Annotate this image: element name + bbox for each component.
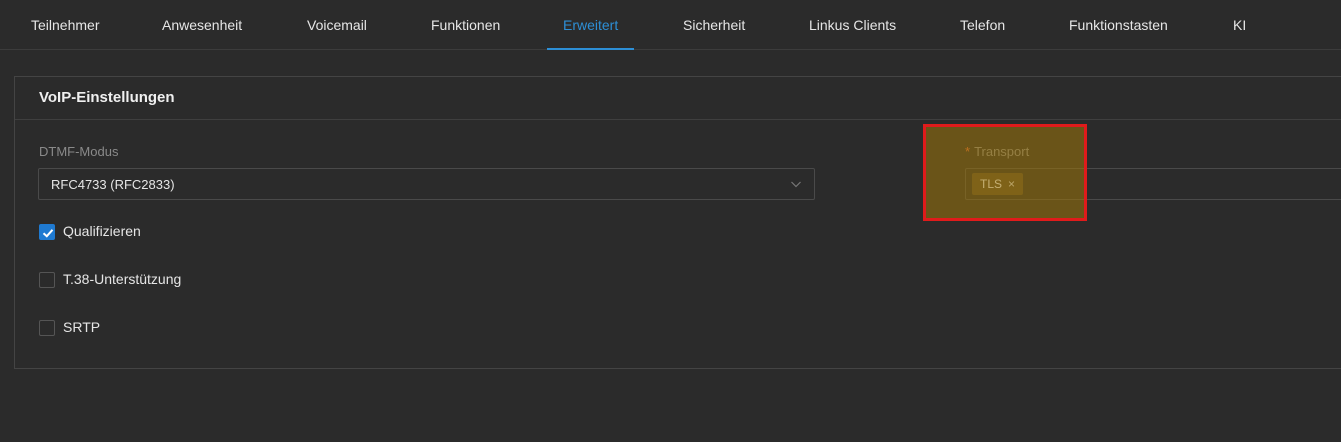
tab-teilnehmer[interactable]: Teilnehmer [31,0,99,50]
qualify-checkbox[interactable] [39,224,55,240]
chevron-down-icon [791,181,801,188]
tab-bar: Teilnehmer Anwesenheit Voicemail Funktio… [0,0,1341,50]
qualify-label: Qualifizieren [63,223,141,239]
tab-anwesenheit[interactable]: Anwesenheit [162,0,242,50]
tab-ki[interactable]: KI [1233,0,1246,50]
card-title: VoIP-Einstellungen [39,89,175,106]
check-icon [42,229,54,238]
dtmf-mode-value: RFC4733 (RFC2833) [51,177,175,192]
tab-funktionen[interactable]: Funktionen [431,0,500,50]
tab-sicherheit[interactable]: Sicherheit [683,0,745,50]
active-tab-indicator [547,48,634,50]
transport-label: * Transport [965,144,1029,159]
tab-linkus-clients[interactable]: Linkus Clients [809,0,896,50]
tag-label: TLS [980,177,1003,191]
srtp-label: SRTP [63,319,101,335]
transport-tag-tls: TLS × [972,173,1024,195]
close-icon[interactable]: × [1008,177,1015,191]
tab-voicemail[interactable]: Voicemail [307,0,367,50]
transport-label-text: Transport [974,144,1030,159]
transport-select[interactable]: TLS × [965,168,1341,200]
tab-funktionstasten[interactable]: Funktionstasten [1069,0,1168,50]
tab-erweitert[interactable]: Erweitert [563,0,618,50]
t38-checkbox[interactable] [39,272,55,288]
card-header: VoIP-Einstellungen [15,77,1341,120]
dtmf-mode-select[interactable]: RFC4733 (RFC2833) [38,168,815,200]
voip-settings-card: VoIP-Einstellungen [14,76,1341,369]
srtp-checkbox[interactable] [39,320,55,336]
dtmf-mode-label: DTMF-Modus [39,144,119,159]
required-mark: * [965,144,971,159]
t38-label: T.38-Unterstützung [63,271,182,287]
tab-telefon[interactable]: Telefon [960,0,1005,50]
